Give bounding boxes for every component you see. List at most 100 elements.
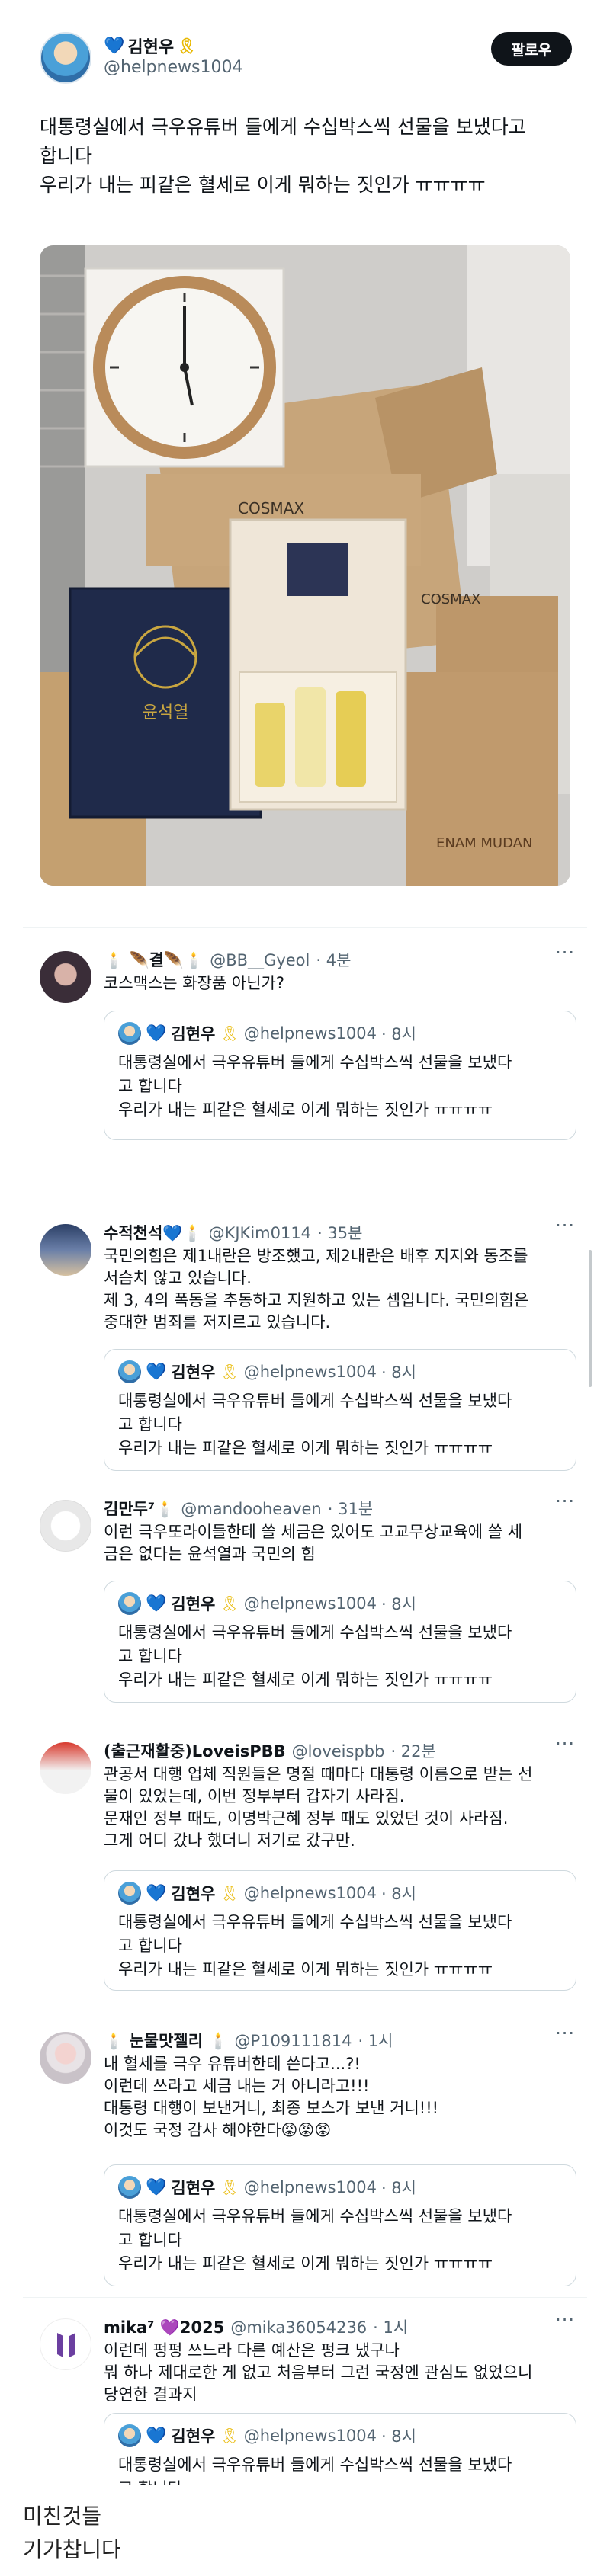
quote-avatar (118, 1360, 141, 1383)
reply-text: 국민의힘은 제1내란은 방조했고, 제2내란은 배후 지지와 동조를 서슴치 않… (104, 1247, 529, 1331)
quote-line: 고 합니다 (118, 1415, 182, 1434)
quote-line: 고 합니다 (118, 1077, 182, 1095)
quote-time: · 8시 (380, 2427, 416, 2446)
quoted-tweet[interactable]: 💙 김현우 🎗 @helpnews1004 · 8시 대통령실에서 극우유튜버 … (104, 2164, 576, 2286)
quote-line: 고 합니다 (118, 1647, 182, 1665)
scrollbar[interactable] (589, 1250, 592, 1387)
reply-author-handle[interactable]: @BB__Gyeol (210, 951, 310, 969)
reply-author-name[interactable]: mika⁷ 💜2025 (104, 2318, 224, 2337)
quote-handle: @helpnews1004 (243, 2427, 377, 2445)
quote-name: 김현우 (171, 2179, 216, 2197)
reply-time[interactable]: · 22분 (390, 1739, 435, 1762)
reply-text: 관공서 대행 업체 직원들은 명절 때마다 대통령 이름으로 받는 선 물이 있… (104, 1765, 533, 1850)
blue-heart-icon: 💙 (146, 1883, 167, 1903)
quote-avatar (118, 2424, 141, 2447)
follow-button[interactable]: 팔로우 (491, 32, 572, 66)
reply-time[interactable]: · 4분 (316, 948, 351, 971)
photo-box-brand-2: COSMAX (421, 591, 480, 607)
blue-heart-icon: 💙 (146, 1594, 167, 1613)
divider (23, 2297, 587, 2298)
reply-meta: 김만두⁷🕯️ @mandooheaven · 31분 (104, 1497, 373, 1520)
quoted-tweet[interactable]: 💙 김현우 🎗 @helpnews1004 · 8시 대통령실에서 극우유튜버 … (104, 1349, 576, 1471)
yellow-ribbon-icon: 🎗 (220, 1363, 239, 1381)
quoted-tweet[interactable]: 💙 김현우 🎗 @helpnews1004 · 8시 대통령실에서 극우유튜버 … (104, 1581, 576, 1703)
tweet-thread: 💙 김현우 🎗 @helpnews1004 팔로우 대통령실에서 극우유튜버 들… (23, 0, 587, 2485)
reply-time[interactable]: · 1시 (358, 2029, 393, 2052)
author-name-row[interactable]: 💙 김현우 🎗 (104, 34, 197, 58)
more-options-icon[interactable]: ··· (555, 2309, 575, 2331)
tweet-text-line: 대통령실에서 극우유튜버 들에게 수십박스씩 선물을 보냈다고 (40, 116, 526, 138)
reply-time[interactable]: · 31분 (328, 1497, 373, 1520)
quoted-tweet[interactable]: 💙 김현우 🎗 @helpnews1004 · 8시 대통령실에서 극우유튜버 … (104, 2413, 576, 2485)
quote-name: 김현우 (171, 2427, 216, 2446)
reply-text: 이런 극우또라이들한테 쓸 세금은 있어도 고교무상교육에 쓸 세 금은 없다는… (104, 1523, 523, 1563)
quote-handle: @helpnews1004 (243, 1024, 377, 1043)
quote-header: 💙 김현우 🎗 @helpnews1004 · 8시 (118, 1592, 416, 1615)
blue-heart-icon: 💙 (146, 1362, 167, 1382)
main-tweet: 💙 김현우 🎗 @helpnews1004 팔로우 대통령실에서 극우유튜버 들… (23, 0, 587, 907)
more-options-icon[interactable]: ··· (555, 942, 575, 963)
reply-avatar[interactable] (40, 2318, 92, 2370)
quote-header: 💙 김현우 🎗 @helpnews1004 · 8시 (118, 2424, 416, 2447)
reply-item[interactable]: 🕯️ 🪶결🪶🕯️ @BB__Gyeol · 4분 ··· 코스맥스는 화장품 아… (23, 931, 587, 1204)
reply-avatar[interactable] (40, 951, 92, 1003)
reply-avatar[interactable] (40, 1742, 92, 1794)
more-options-icon[interactable]: ··· (555, 1491, 575, 1512)
reply-author-name[interactable]: (출근재활중)LoveisPBB (104, 1739, 286, 1762)
quote-avatar (118, 2176, 141, 2199)
reply-author-handle[interactable]: @KJKim0114 (209, 1224, 311, 1242)
quoted-tweet[interactable]: 💙 김현우 🎗 @helpnews1004 · 8시 대통령실에서 극우유튜버 … (104, 1011, 576, 1140)
reply-author-name[interactable]: 수적천석💙🕯️ (104, 1221, 203, 1244)
author-handle[interactable]: @helpnews1004 (104, 58, 242, 77)
quote-handle: @helpnews1004 (243, 1363, 377, 1381)
quote-line: 우리가 내는 피같은 혈세로 이게 뭐하는 짓인가 ㅠㅠㅠㅠ (118, 2254, 493, 2273)
gift-boxes-photo: 윤석열 COSMAX COSMAX ENAM MUDAN (40, 245, 570, 886)
reply-text: 이런데 펑펑 쓰느라 다른 예산은 펑크 냈구나 뭐 하나 제대로한 게 없고 … (104, 2341, 533, 2404)
reply-author-handle[interactable]: @mandooheaven (181, 1500, 321, 1518)
caption-line: 기가찹니다 (23, 2537, 121, 2562)
quote-line: 대통령실에서 극우유튜버 들에게 수십박스씩 선물을 보냈다 (118, 1623, 512, 1642)
reply-author-name[interactable]: 🕯️ 눈물맛젤리 🕯️ (104, 2029, 229, 2052)
reply-text: 내 혈세를 극우 유튜버한테 쓴다고...?! 이런데 쓰라고 세금 내는 거 … (104, 2055, 439, 2139)
reply-author-handle[interactable]: @P109111814 (235, 2032, 352, 2050)
reply-item[interactable]: (출근재활중)LoveisPBB @loveispbb · 22분 ··· 관공… (23, 1722, 587, 2012)
reply-author-handle[interactable]: @mika36054236 (230, 2318, 367, 2337)
more-options-icon[interactable]: ··· (555, 2023, 575, 2044)
reply-time[interactable]: · 1시 (373, 2315, 408, 2338)
blue-heart-icon: 💙 (146, 2426, 167, 2446)
reply-author-name[interactable]: 김만두⁷🕯️ (104, 1497, 175, 1520)
quote-text: 대통령실에서 극우유튜버 들에게 수십박스씩 선물을 보냈다 고 합니다 우리가… (118, 1621, 568, 1692)
photo-box-side-text: ENAM MUDAN (436, 835, 532, 851)
reply-author-handle[interactable]: @loveispbb (292, 1742, 385, 1761)
quote-name: 김현우 (171, 1363, 216, 1382)
reply-avatar[interactable] (40, 2032, 92, 2084)
more-options-icon[interactable]: ··· (555, 1733, 575, 1754)
quote-line: 우리가 내는 피같은 혈세로 이게 뭐하는 짓인가 ㅠㅠㅠㅠ (118, 1101, 493, 1119)
quote-line: 대통령실에서 극우유튜버 들에게 수십박스씩 선물을 보냈다 (118, 1913, 512, 1931)
post-caption: 미친것들 기가찹니다 (23, 2500, 121, 2567)
quote-line: 고 합니다 (118, 1937, 182, 1955)
more-options-icon[interactable]: ··· (555, 1215, 575, 1236)
quote-time: · 8시 (380, 1025, 416, 1043)
reply-item[interactable]: 김만두⁷🕯️ @mandooheaven · 31분 ··· 이런 극우또라이들… (23, 1480, 587, 1722)
reply-item[interactable]: 수적천석💙🕯️ @KJKim0114 · 35분 ··· 국민의힘은 제1내란은… (23, 1204, 587, 1480)
quote-text: 대통령실에서 극우유튜버 들에게 수십박스씩 선물을 보냈다 고 합니다 우리가… (118, 1911, 568, 1982)
reply-time[interactable]: · 35분 (317, 1221, 362, 1244)
reply-item[interactable]: mika⁷ 💜2025 @mika36054236 · 1시 ··· 이런데 펑… (23, 2299, 587, 2485)
quote-line: 고 합니다 (118, 2477, 568, 2485)
reply-item[interactable]: 🕯️ 눈물맛젤리 🕯️ @P109111814 · 1시 ··· 내 혈세를 극… (23, 2012, 587, 2297)
quote-header: 💙 김현우 🎗 @helpnews1004 · 8시 (118, 1022, 416, 1045)
reply-avatar[interactable] (40, 1500, 92, 1552)
reply-avatar[interactable] (40, 1224, 92, 1276)
reply-meta: mika⁷ 💜2025 @mika36054236 · 1시 (104, 2315, 408, 2338)
quote-header: 💙 김현우 🎗 @helpnews1004 · 8시 (118, 2176, 416, 2199)
quoted-tweet[interactable]: 💙 김현우 🎗 @helpnews1004 · 8시 대통령실에서 극우유튜버 … (104, 1870, 576, 1991)
quote-line: 우리가 내는 피같은 혈세로 이게 뭐하는 짓인가 ㅠㅠㅠㅠ (118, 1960, 493, 1978)
quote-line: 대통령실에서 극우유튜버 들에게 수십박스씩 선물을 보냈다 (118, 2207, 512, 2225)
reply-author-name[interactable]: 🕯️ 🪶결🪶🕯️ (104, 948, 204, 971)
quote-handle: @helpnews1004 (243, 1594, 377, 1613)
tweet-photo[interactable]: 윤석열 COSMAX COSMAX ENAM MUDAN (40, 245, 570, 886)
quote-line: 우리가 내는 피같은 혈세로 이게 뭐하는 짓인가 ㅠㅠㅠㅠ (118, 1671, 493, 1689)
author-avatar[interactable] (40, 32, 92, 84)
yellow-ribbon-icon: 🎗 (177, 37, 197, 55)
